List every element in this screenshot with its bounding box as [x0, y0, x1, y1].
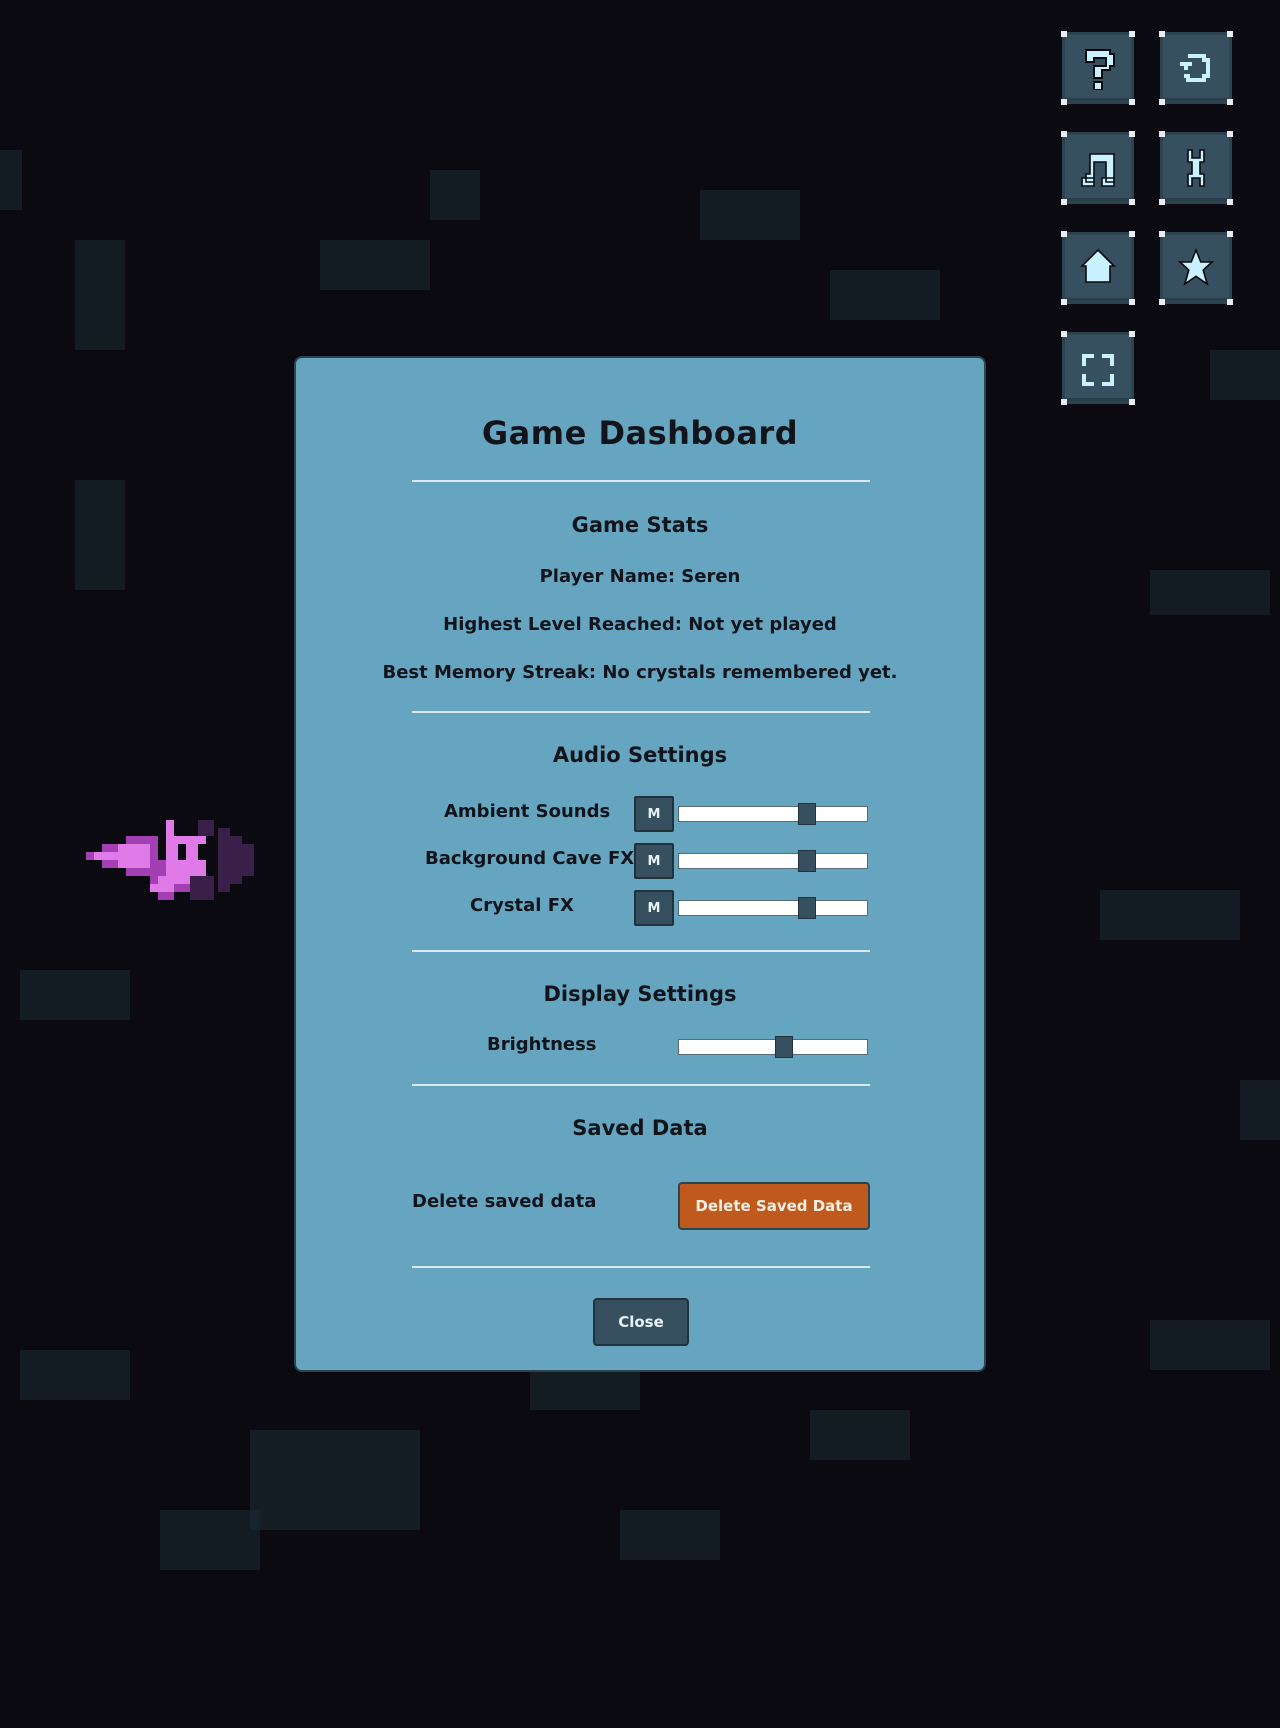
ambient-volume-slider[interactable] [678, 803, 868, 825]
wrench-icon [1187, 149, 1205, 187]
slider-thumb[interactable] [775, 1036, 794, 1058]
fullscreen-button[interactable] [1058, 328, 1138, 408]
slider-thumb[interactable] [797, 897, 816, 919]
music-button[interactable] [1058, 128, 1138, 208]
divider [412, 1266, 870, 1268]
player-name: Player Name: Seren [539, 566, 741, 587]
slider-thumb[interactable] [797, 803, 816, 825]
achievements-button[interactable] [1156, 228, 1236, 308]
restart-icon [1180, 54, 1210, 82]
highest-level: Highest Level Reached: Not yet played [443, 614, 837, 635]
slider-thumb[interactable] [797, 850, 816, 872]
close-button[interactable]: Close [593, 1298, 689, 1346]
divider [412, 950, 870, 952]
help-icon [1085, 49, 1115, 90]
star-icon [1177, 247, 1215, 286]
brightness-label: Brightness [487, 1034, 597, 1055]
crystal-fx-mute-button[interactable]: M [634, 890, 674, 926]
divider [412, 711, 870, 713]
divider [412, 480, 870, 482]
ambient-sounds-label: Ambient Sounds [444, 801, 611, 822]
display-settings-heading: Display Settings [543, 982, 737, 1006]
dashboard-dialog: Game Dashboard Game Stats Player Name: S… [294, 356, 986, 1372]
ambient-mute-button[interactable]: M [634, 796, 674, 832]
background-cave-fx-label: Background Cave FX [425, 848, 635, 869]
crystal-fx-volume-slider[interactable] [678, 897, 868, 919]
player-sprite [86, 820, 254, 900]
brightness-slider[interactable] [678, 1036, 868, 1058]
home-icon [1080, 248, 1116, 283]
game-stage: Game Dashboard Game Stats Player Name: S… [0, 0, 1280, 1728]
best-memory-streak: Best Memory Streak: No crystals remember… [382, 662, 898, 683]
settings-button[interactable] [1156, 128, 1236, 208]
cave-fx-mute-button[interactable]: M [634, 843, 674, 879]
delete-saved-data-button[interactable]: Delete Saved Data [678, 1182, 870, 1230]
fullscreen-icon [1082, 354, 1114, 386]
help-button[interactable] [1058, 28, 1138, 108]
home-button[interactable] [1058, 228, 1138, 308]
dialog-title: Game Dashboard [481, 414, 799, 452]
audio-settings-heading: Audio Settings [552, 743, 728, 767]
delete-saved-data-label: Delete saved data [412, 1191, 597, 1212]
music-icon [1081, 153, 1115, 187]
divider [412, 1084, 870, 1086]
game-stats-heading: Game Stats [571, 513, 709, 537]
saved-data-heading: Saved Data [572, 1116, 708, 1140]
cave-fx-volume-slider[interactable] [678, 850, 868, 872]
crystal-fx-label: Crystal FX [470, 895, 574, 916]
restart-button[interactable] [1156, 28, 1236, 108]
